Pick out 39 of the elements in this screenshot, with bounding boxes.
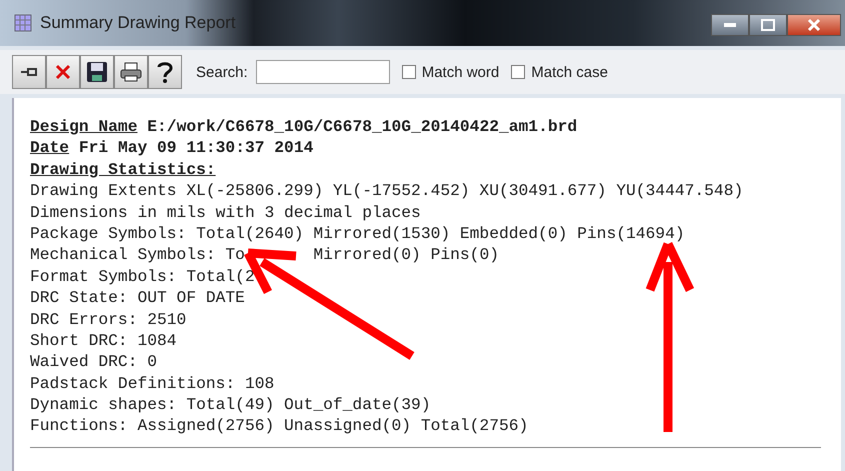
report-line: Dimensions in mils with 3 decimal places — [30, 202, 421, 222]
section-heading: Drawing Statistics: — [30, 160, 216, 179]
report-line: Package Symbols: Total(2640) Mirrored(1530) Embedded(0) Pins(14694) — [30, 224, 685, 243]
maximize-button[interactable] — [749, 14, 787, 36]
checkbox-label: Match word — [422, 64, 500, 80]
search-field[interactable] — [256, 60, 390, 84]
field-label: Date — [30, 138, 70, 158]
toolbar-button[interactable] — [114, 55, 148, 89]
report-line: Padstack Definitions: 108 — [30, 374, 274, 393]
close-button[interactable] — [787, 14, 841, 36]
report-line: Format Symbols: Total(2 — [30, 266, 255, 286]
report-line: Mirrored(0) Pins(0) — [313, 245, 499, 264]
printer-icon — [120, 62, 142, 82]
report-line: Functions: Assigned(2756) Unassigned(0) Total(2756) — [30, 416, 528, 436]
field-value: Fri May 09 11:30:37 2014 — [78, 138, 314, 158]
report-line: Waived DRC: 0 — [30, 352, 158, 372]
report-line: Mechanical Symbols: To — [30, 245, 245, 264]
search-label: Search: — [196, 64, 248, 80]
toolbar-button[interactable] — [148, 55, 182, 89]
checkbox[interactable] — [402, 65, 416, 79]
field-label: Design Name — [30, 117, 138, 136]
report-line: DRC State: OUT OF DATE — [30, 288, 245, 308]
minimize-button[interactable] — [711, 14, 749, 36]
checkbox[interactable] — [511, 65, 526, 79]
toolbar-button[interactable] — [12, 55, 46, 89]
close-icon — [54, 63, 72, 81]
pin-icon — [19, 65, 39, 79]
app-icon — [14, 14, 32, 32]
toolbar-button[interactable] — [80, 55, 114, 89]
checkbox-label: Match case — [531, 64, 608, 80]
help-icon — [156, 60, 174, 84]
report-line: Short DRC: 1084 — [30, 330, 177, 350]
field-value: E:/work/C6678_10G/C6678_10G_20140422_am1.brd — [147, 117, 578, 136]
report-line: DRC Errors: 2510 — [30, 310, 186, 329]
report-line: Drawing Extents XL(-25806.299) YL(-17552.452) XU(30491.677) YU(34447.548) — [30, 181, 744, 200]
maximize-icon — [761, 19, 775, 31]
close-icon — [807, 18, 821, 32]
minimize-icon — [724, 23, 736, 27]
report-line: Dynamic shapes: Total(49) Out_of_date(39) — [30, 395, 431, 414]
